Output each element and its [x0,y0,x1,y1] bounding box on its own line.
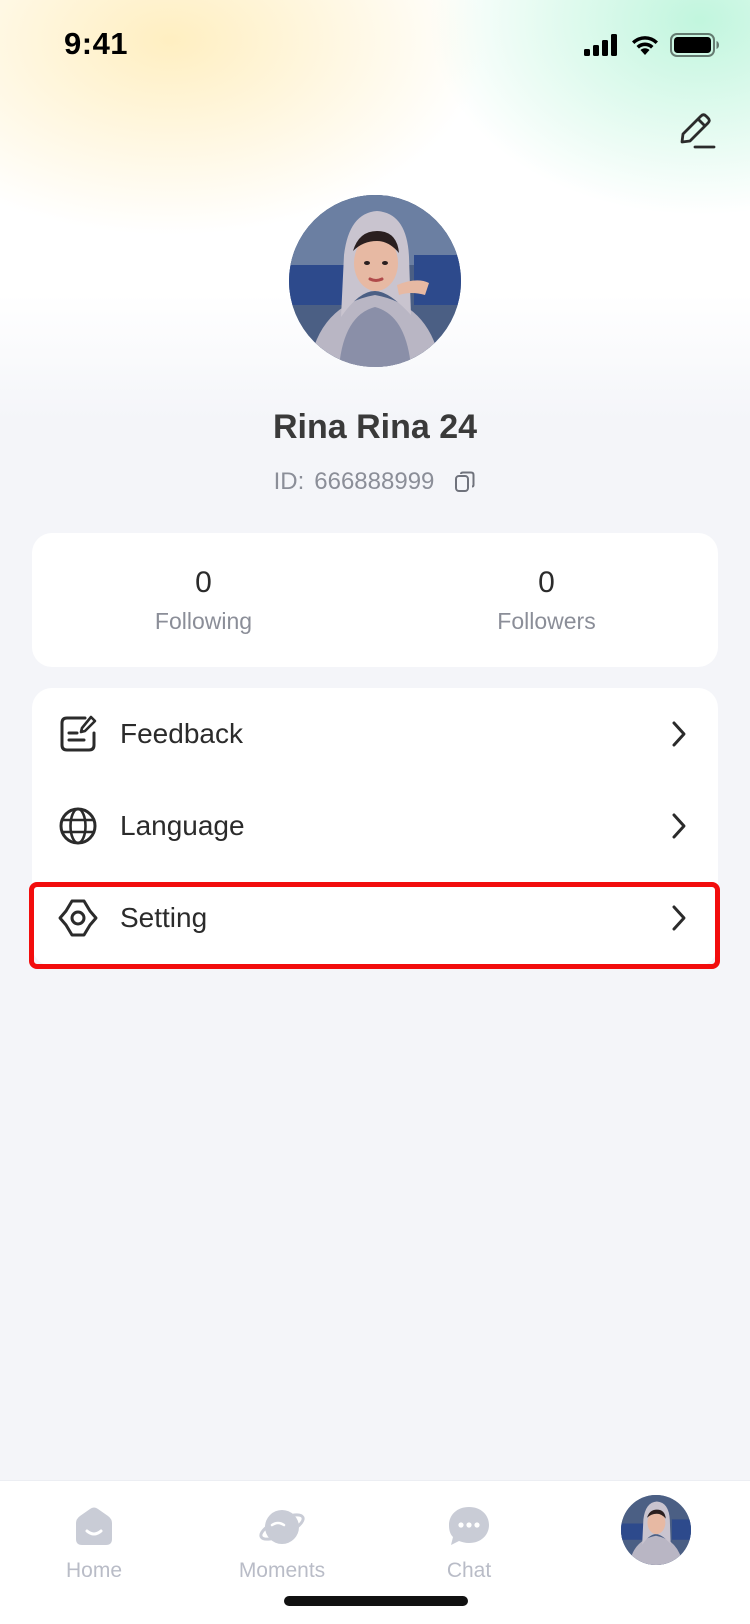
following-stat[interactable]: 0 Following [32,533,375,667]
profile-id-row: ID: 666888999 [0,468,750,496]
profile-id-value: 666888999 [314,468,435,495]
copy-icon [455,471,475,492]
tab-profile[interactable] [621,1495,691,1565]
profile-id-label: ID: [273,468,305,495]
tab-label-home: Home [65,1559,123,1582]
status-bar: 9:41 [0,0,750,92]
home-indicator [284,1596,468,1606]
stats-card: 0 Following 0 Followers [32,533,718,667]
tab-label-moments: Moments [238,1559,326,1582]
menu-item-setting[interactable]: Setting [32,872,718,964]
tab-home[interactable]: Home [19,1491,169,1587]
status-time: 9:41 [64,26,129,61]
planet-icon [259,1510,305,1544]
menu-card: Feedback Language Setting [32,688,718,966]
chevron-right-icon [672,905,686,931]
profile-avatar[interactable] [289,195,461,367]
status-icons [584,33,720,57]
cellular-signal-icon [584,34,617,56]
wifi-icon [632,36,658,55]
copy-id-button[interactable] [454,471,476,493]
followers-count: 0 [538,565,555,599]
menu-label-feedback: Feedback [120,718,243,749]
profile-name: Rina Rina 24 [272,408,478,446]
tab-chat[interactable]: Chat [394,1491,544,1587]
avatar-photo [289,195,461,367]
home-icon [76,1507,112,1545]
battery-icon [670,33,719,57]
menu-item-feedback[interactable]: Feedback [32,688,718,780]
menu-label-setting: Setting [120,902,208,933]
chat-bubble-icon [449,1507,489,1545]
chevron-right-icon [672,813,686,839]
following-label: Following [154,607,253,634]
tab-moments[interactable]: Moments [207,1491,357,1587]
chevron-right-icon [672,721,686,747]
followers-stat[interactable]: 0 Followers [375,533,718,667]
profile-screen: 9:41 Rina Rina 24 ID: 666888999 0 Follow… [0,0,750,1624]
globe-icon [59,807,97,845]
menu-item-language[interactable]: Language [32,780,718,872]
edit-profile-button[interactable] [674,108,718,152]
tab-label-chat: Chat [446,1559,492,1582]
tab-avatar-photo [621,1495,691,1565]
feedback-icon [60,715,97,752]
following-count: 0 [195,565,212,599]
pencil-icon [680,113,716,149]
menu-label-language: Language [120,810,245,841]
gear-icon [58,899,98,937]
followers-label: Followers [497,607,596,634]
